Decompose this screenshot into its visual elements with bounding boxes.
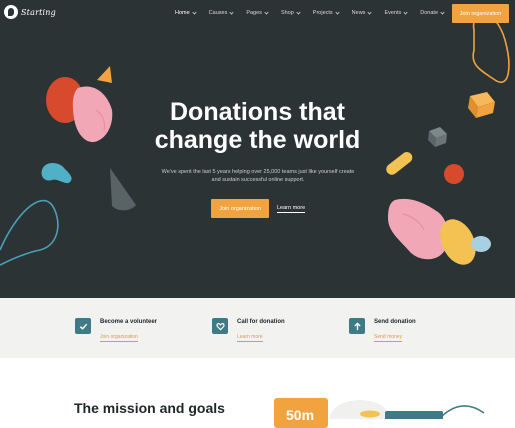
nav-item-projects[interactable]: Projects [313, 9, 340, 16]
nav-item-news[interactable]: News [352, 9, 373, 16]
mission-section: The mission and goals 50m [0, 358, 515, 428]
main-nav: Home Causes Pages Shop Projects News Eve… [175, 9, 457, 16]
stat-card: 50m [274, 398, 328, 428]
nav-item-pages[interactable]: Pages [246, 9, 269, 16]
light-circle-shape [330, 400, 390, 419]
teal-panel-shape [385, 411, 443, 419]
hero-learn-more-link[interactable]: Learn more [277, 205, 306, 213]
logo-icon [4, 5, 18, 19]
chevron-down-icon [440, 9, 445, 15]
brand-name: Starting [21, 7, 56, 17]
chevron-down-icon [296, 9, 301, 15]
feature-link[interactable]: Send money [374, 334, 403, 342]
mission-decorations [330, 400, 485, 419]
feature-send-donation: Send donation Send money [349, 318, 416, 343]
orange-triangle-shape [97, 66, 112, 83]
feature-link[interactable]: Join organization [100, 334, 138, 342]
feature-call-donation: Call for donation Learn more [212, 318, 285, 343]
teal-blob-shape [41, 163, 72, 184]
site-header: Starting Home Causes Pages Shop Projects… [0, 0, 515, 28]
arrow-up-icon [349, 318, 365, 334]
chevron-down-icon [229, 9, 234, 15]
chevron-down-icon [192, 9, 197, 15]
feature-volunteer: Become a volunteer Join organization [75, 318, 157, 343]
hero-section: Starting Home Causes Pages Shop Projects… [0, 0, 515, 298]
hero-title-line-1: Donations that [170, 98, 345, 126]
feature-link[interactable]: Learn more [237, 334, 263, 342]
squiggle-line-mission [439, 405, 485, 419]
nav-item-home[interactable]: Home [175, 9, 197, 16]
nav-item-events[interactable]: Events [384, 9, 408, 16]
nav-item-shop[interactable]: Shop [281, 9, 301, 16]
heart-icon [212, 318, 228, 334]
squiggle-line-bottom-left [0, 199, 59, 266]
hero-join-button[interactable]: Join organization [211, 199, 269, 218]
nav-item-causes[interactable]: Causes [209, 9, 234, 16]
feature-title: Call for donation [237, 319, 285, 325]
chevron-down-icon [335, 9, 340, 15]
right-hand-illustration [388, 198, 491, 265]
hero-title-line-2: change the world [154, 126, 361, 154]
hero-title: Donations that change the world [0, 98, 515, 154]
chevron-down-icon [403, 9, 408, 15]
red-ball-shape [444, 164, 464, 184]
chevron-down-icon [367, 9, 373, 15]
brand-logo[interactable]: Starting [4, 5, 56, 19]
feature-title: Send donation [374, 319, 416, 325]
feature-title: Become a volunteer [100, 319, 158, 325]
nav-item-donate[interactable]: Donate [420, 9, 445, 16]
check-icon [75, 318, 91, 334]
header-join-button[interactable]: Join organization [452, 4, 509, 23]
gray-cone-shape [110, 168, 136, 211]
features-strip: Become a volunteer Join organization Cal… [0, 298, 515, 358]
coin-shape [360, 410, 380, 418]
hero-subtitle: We've spent the last 5 years helping ove… [161, 169, 355, 183]
chevron-down-icon [264, 9, 269, 15]
